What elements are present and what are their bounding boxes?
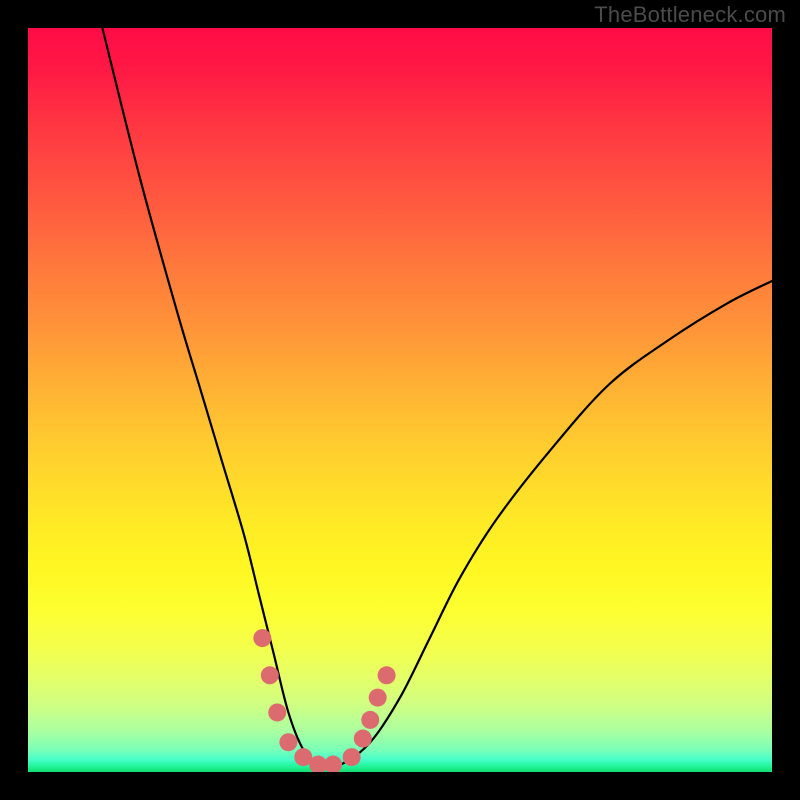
- highlight-dot: [279, 733, 297, 751]
- highlight-dot: [369, 689, 387, 707]
- highlight-dot: [324, 756, 342, 772]
- highlight-dot: [354, 730, 372, 748]
- highlight-dot: [261, 666, 279, 684]
- chart-svg: [28, 28, 772, 772]
- highlight-dot: [361, 711, 379, 729]
- bottleneck-curve: [102, 28, 772, 767]
- watermark-text: TheBottleneck.com: [594, 2, 786, 28]
- plot-area: [28, 28, 772, 772]
- highlight-dot: [343, 748, 361, 766]
- highlight-dots: [253, 629, 395, 772]
- highlight-dot: [253, 629, 271, 647]
- outer-frame: TheBottleneck.com: [0, 0, 800, 800]
- highlight-dot: [378, 666, 396, 684]
- highlight-dot: [268, 703, 286, 721]
